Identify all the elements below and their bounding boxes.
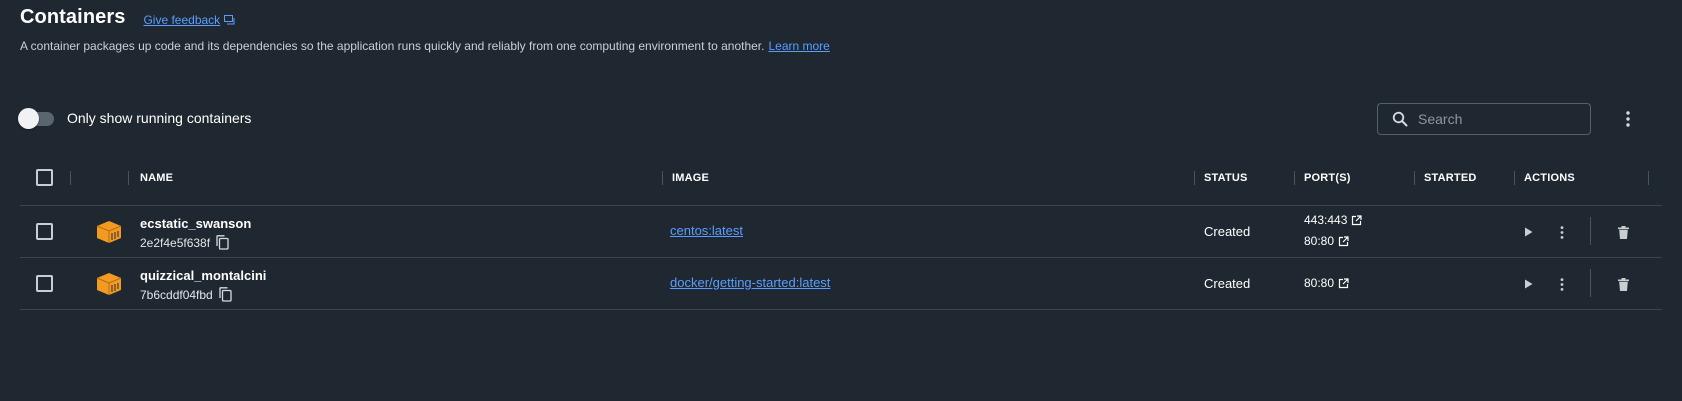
more-vertical-icon <box>1560 277 1564 291</box>
image-link[interactable]: centos:latest <box>670 223 743 238</box>
container-id-text: 2e2f4e5f638f <box>140 235 211 250</box>
status-text: Created <box>1204 224 1251 239</box>
container-icon <box>96 273 122 295</box>
port-label: 443:443 <box>1304 213 1348 227</box>
page-title: Containers <box>20 6 126 28</box>
containers-table: NAME IMAGE STATUS PORT(S) STARTED ACTION… <box>20 160 1662 310</box>
column-header-actions: ACTIONS <box>1524 172 1575 184</box>
container-name[interactable]: ecstatic_swanson <box>140 216 251 231</box>
column-divider <box>128 171 129 185</box>
column-header-ports[interactable]: PORT(S) <box>1304 172 1351 184</box>
containers-page: Containers Give feedback A container pac… <box>0 0 1682 401</box>
trash-icon <box>1617 277 1629 291</box>
column-divider <box>1194 171 1195 185</box>
port-label: 80:80 <box>1304 276 1335 290</box>
row-checkbox[interactable] <box>36 275 53 292</box>
column-divider <box>662 171 663 185</box>
copy-id-button[interactable] <box>219 287 232 302</box>
more-options-button[interactable] <box>1618 107 1638 131</box>
give-feedback-link[interactable]: Give feedback <box>143 9 235 27</box>
column-divider <box>1648 171 1649 185</box>
column-divider <box>1414 171 1415 185</box>
feedback-icon <box>224 14 235 24</box>
row-more-button[interactable] <box>1552 274 1572 294</box>
port-link[interactable]: 80:80 <box>1304 276 1349 290</box>
column-header-name[interactable]: NAME <box>140 172 173 184</box>
trash-icon <box>1617 225 1629 239</box>
start-button[interactable] <box>1518 222 1538 242</box>
running-filter: Only show running containers <box>18 108 252 129</box>
delete-button[interactable] <box>1613 222 1633 242</box>
column-header-image[interactable]: IMAGE <box>672 172 709 184</box>
page-description: A container packages up code and its dep… <box>20 39 830 53</box>
table-header: NAME IMAGE STATUS PORT(S) STARTED ACTION… <box>20 160 1662 206</box>
container-name[interactable]: quizzical_montalcini <box>140 268 266 283</box>
row-checkbox[interactable] <box>36 223 53 240</box>
external-link-icon <box>1338 277 1349 288</box>
external-link-icon <box>1352 214 1362 225</box>
port-link[interactable]: 443:443 <box>1304 213 1362 227</box>
external-link-icon <box>1338 235 1349 246</box>
copy-icon <box>219 287 232 302</box>
port-label: 80:80 <box>1304 234 1335 248</box>
only-running-label: Only show running containers <box>67 110 252 126</box>
column-divider <box>70 171 71 185</box>
select-all-checkbox[interactable] <box>36 169 53 186</box>
more-vertical-icon <box>1626 111 1630 127</box>
description-text: A container packages up code and its dep… <box>20 39 765 53</box>
learn-more-link[interactable]: Learn more <box>768 39 829 53</box>
more-vertical-icon <box>1560 225 1564 239</box>
copy-icon <box>216 235 229 250</box>
container-icon <box>96 221 122 243</box>
give-feedback-label: Give feedback <box>143 12 221 27</box>
container-id: 2e2f4e5f638f <box>140 235 229 250</box>
search-icon <box>1392 111 1408 127</box>
container-id-text: 7b6cddf04fbd <box>140 287 213 302</box>
play-icon <box>1524 227 1532 237</box>
container-id: 7b6cddf04fbd <box>140 287 232 302</box>
search-box[interactable] <box>1377 103 1591 135</box>
column-header-started[interactable]: STARTED <box>1424 172 1477 184</box>
column-header-status[interactable]: STATUS <box>1204 172 1248 184</box>
column-divider <box>1294 171 1295 185</box>
page-header: Containers Give feedback <box>20 6 235 29</box>
status-text: Created <box>1204 276 1251 291</box>
start-button[interactable] <box>1518 274 1538 294</box>
column-divider <box>1514 171 1515 185</box>
row-more-button[interactable] <box>1552 222 1572 242</box>
search-input[interactable] <box>1418 111 1578 127</box>
port-link[interactable]: 80:80 <box>1304 234 1349 248</box>
action-divider <box>1590 269 1591 297</box>
copy-id-button[interactable] <box>216 235 229 250</box>
image-link[interactable]: docker/getting-started:latest <box>670 275 830 290</box>
action-divider <box>1590 217 1591 245</box>
play-icon <box>1524 279 1532 289</box>
delete-button[interactable] <box>1613 274 1633 294</box>
table-row[interactable]: ecstatic_swanson 2e2f4e5f638f centos:lat… <box>20 206 1662 258</box>
toggle-thumb <box>18 108 39 129</box>
only-running-toggle[interactable] <box>18 108 56 129</box>
table-row[interactable]: quizzical_montalcini 7b6cddf04fbd docker… <box>20 258 1662 310</box>
